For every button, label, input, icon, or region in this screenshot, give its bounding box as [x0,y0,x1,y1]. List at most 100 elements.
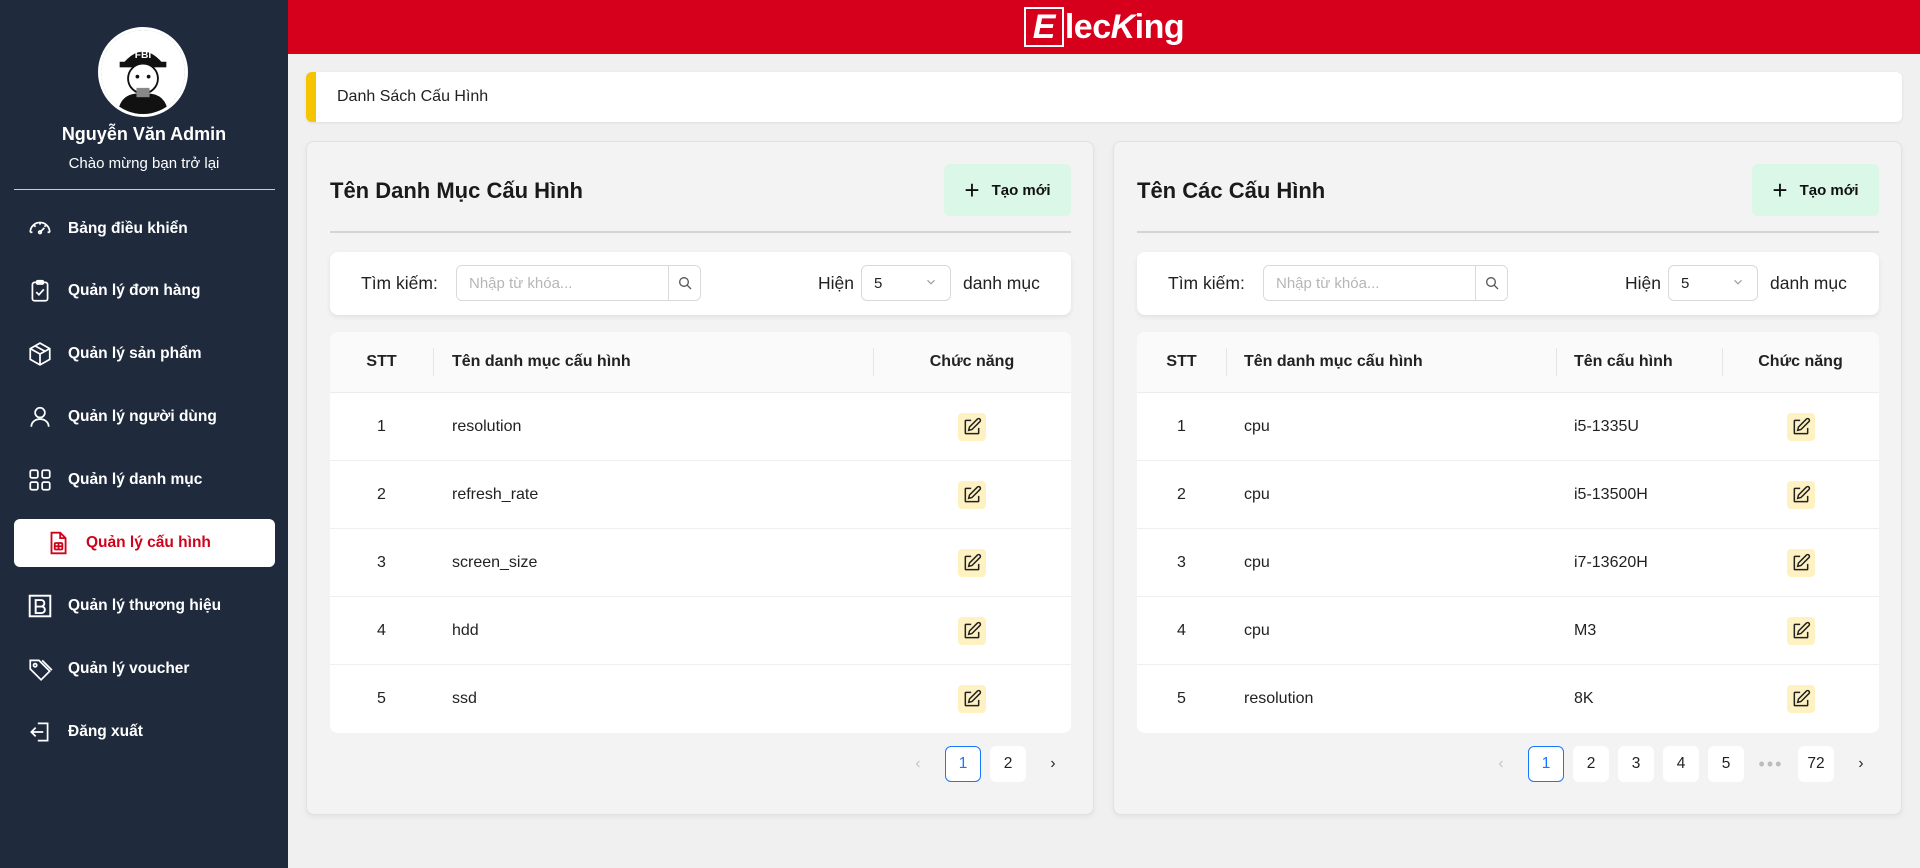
avatar[interactable]: FBI [98,27,188,117]
sidebar-item-brands[interactable]: Quản lý thương hiệu [14,582,275,630]
edit-icon [1793,553,1810,570]
edit-button[interactable] [1786,480,1815,509]
panel-divider [330,231,1071,233]
sidebar-item-label: Bảng điều khiển [68,220,188,237]
search-box [1263,265,1508,301]
logo-ing: ing [1134,7,1185,46]
col-category-name: Tên danh mục cấu hình [452,353,631,370]
search-input[interactable] [1264,266,1475,300]
page-button[interactable]: 4 [1663,746,1699,782]
row-category: cpu [1244,621,1270,639]
edit-icon [1793,485,1810,502]
sidebar-item-label: Quản lý thương hiệu [68,597,222,614]
page-size-select[interactable]: 5 [861,265,951,301]
sidebar-item-logout[interactable]: Đăng xuất [14,708,275,756]
edit-icon [964,485,982,502]
sidebar-item-dashboard[interactable]: Bảng điều khiển [14,205,275,253]
table-row: 1 cpu i5-1335U [1137,393,1879,461]
page-button[interactable]: 2 [1573,746,1609,782]
edit-button[interactable] [958,685,986,713]
sidebar-item-configs[interactable]: Quản lý cấu hình [14,519,275,567]
page-size-select[interactable]: 5 [1668,265,1758,301]
row-config-name: M3 [1574,621,1597,639]
col-config-name: Tên cấu hình [1574,353,1673,370]
table-header: STT Tên danh mục cấu hình Chức năng [330,332,1071,393]
prev-page-button[interactable]: ‹ [1483,746,1519,782]
edit-icon [964,417,982,434]
sidebar-item-vouchers[interactable]: Quản lý voucher [14,645,275,693]
edit-button[interactable] [958,412,986,441]
edit-button[interactable] [958,480,986,509]
edit-icon [1793,621,1810,638]
row-name: ssd [452,690,477,707]
panel-title: Tên Các Cấu Hình [1137,178,1326,203]
config-file-icon [44,529,72,557]
table-row: 3 screen_size [330,529,1071,597]
sidebar-item-label: Quản lý sản phẩm [68,345,202,362]
prev-page-button[interactable]: ‹ [900,746,936,782]
row-stt: 2 [1177,485,1186,503]
sidebar-item-orders[interactable]: Quản lý đơn hàng [14,267,275,315]
edit-button[interactable] [1786,548,1815,577]
logout-icon [26,718,54,746]
config-panel: Tên Các Cấu Hình + Tạo mới Tìm kiếm: Hiệ… [1113,141,1902,815]
box-icon [26,340,54,368]
panel-title: Tên Danh Mục Cấu Hình [330,178,583,203]
row-category: resolution [1244,690,1314,707]
row-config-name: 8K [1574,690,1594,707]
row-config-name: i5-13500H [1574,485,1648,503]
edit-button[interactable] [1786,616,1815,645]
next-page-button[interactable]: › [1843,746,1879,782]
chevron-down-icon [1734,279,1742,285]
page-button[interactable]: 72 [1798,746,1834,782]
avatar-badge-text: FBI [135,50,152,61]
show-label: Hiện [818,273,854,293]
row-name: screen_size [452,553,538,571]
brand-logo[interactable]: E lec K ing [1023,7,1185,47]
sidebar-item-label: Quản lý cấu hình [86,534,211,551]
sidebar-item-categories[interactable]: Quản lý danh mục [14,456,275,504]
row-stt: 1 [1177,417,1186,435]
edit-icon [964,553,982,570]
sidebar-item-users[interactable]: Quản lý người dùng [14,393,275,441]
row-name: resolution [452,417,522,435]
config-table: STT Tên danh mục cấu hình Tên cấu hình C… [1137,332,1879,733]
dashboard-icon [26,215,54,243]
row-stt: 3 [377,553,386,571]
page-button[interactable]: 2 [990,746,1026,782]
col-stt: STT [366,353,397,370]
search-button[interactable] [668,266,700,300]
table-row: 5 ssd [330,665,1071,733]
edit-button[interactable] [1786,685,1815,713]
plus-icon: + [1772,175,1788,205]
search-input[interactable] [457,266,668,300]
pagination: ‹ 1 2 › [891,746,1071,782]
edit-button[interactable] [958,616,986,645]
edit-button[interactable] [958,548,986,577]
row-stt: 4 [377,621,386,639]
sidebar-item-label: Quản lý voucher [68,660,190,677]
panel-divider [1137,231,1879,233]
unit-label: danh mục [1770,273,1847,293]
filter-bar: Tìm kiếm: Hiện 5 danh mục [1137,252,1879,315]
row-config-name: i7-13620H [1574,553,1648,571]
search-icon [1485,277,1498,290]
page-button[interactable]: 3 [1618,746,1654,782]
brand-b-icon [26,592,54,620]
breadcrumb: Danh Sách Cấu Hình [306,72,1902,122]
row-name: refresh_rate [452,485,539,503]
col-stt: STT [1166,353,1197,370]
next-page-button[interactable]: › [1035,746,1071,782]
search-button[interactable] [1475,266,1507,300]
page-button[interactable]: 5 [1708,746,1744,782]
sidebar-item-products[interactable]: Quản lý sản phẩm [14,330,275,378]
page-ellipsis[interactable]: ••• [1753,746,1789,782]
edit-button[interactable] [1786,412,1815,441]
page-button[interactable]: 1 [1528,746,1564,782]
page-button[interactable]: 1 [945,746,981,782]
row-category: cpu [1244,553,1270,571]
sidebar-item-label: Đăng xuất [68,723,143,740]
create-category-button[interactable]: + Tạo mới [944,164,1071,216]
plus-icon: + [964,175,980,205]
create-config-button[interactable]: + Tạo mới [1752,164,1879,216]
